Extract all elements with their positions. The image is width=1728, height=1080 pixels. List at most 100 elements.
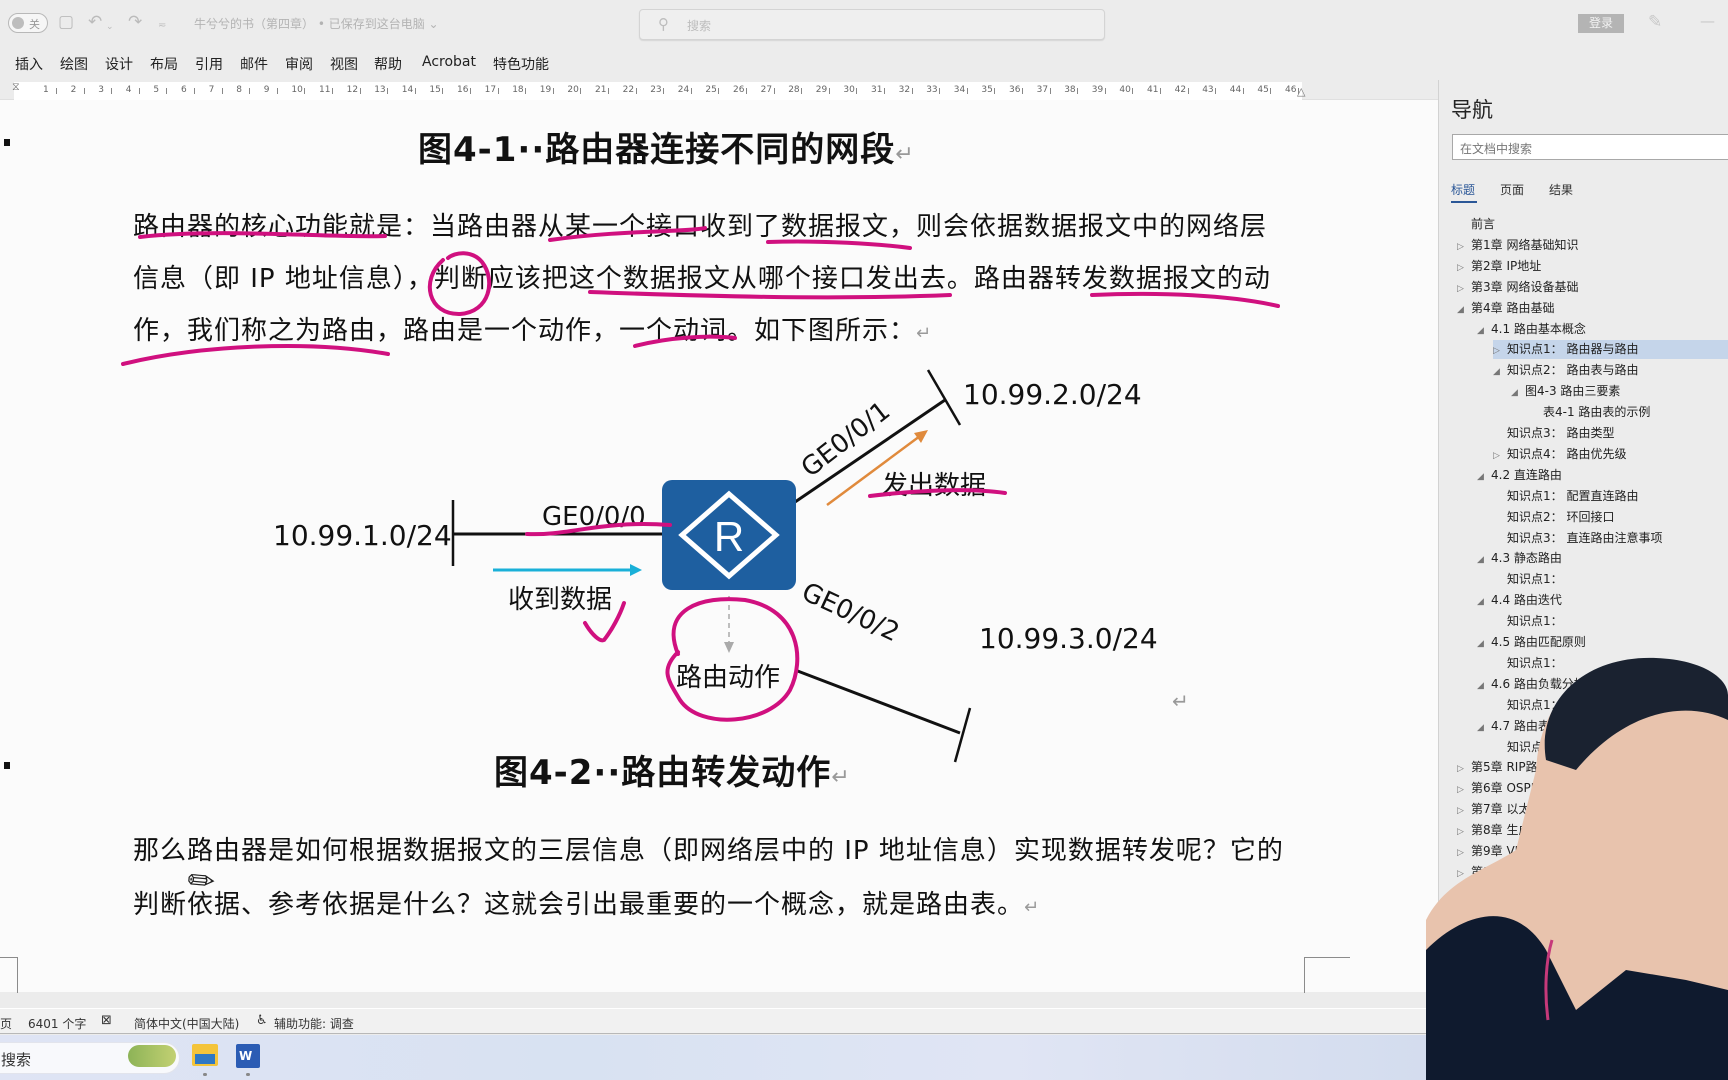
collapse-icon[interactable]: ◢ xyxy=(1477,551,1491,570)
save-icon[interactable]: ▢ xyxy=(58,12,74,32)
ruler-tick xyxy=(470,88,471,94)
accessibility-icon[interactable]: ♿ xyxy=(256,1013,268,1028)
document-title[interactable]: 牛兮兮的书（第四章） • 已保存到这台电脑 ⌄ xyxy=(194,15,439,32)
tab-insert[interactable]: 插入 xyxy=(15,54,43,74)
nav-item[interactable]: ◢ 知识点2： 路由表与路由 xyxy=(1493,361,1638,380)
nav-search-input[interactable]: 在文档中搜索 xyxy=(1452,134,1728,160)
expand-icon[interactable]: ▷ xyxy=(1457,259,1471,278)
network-bar-bottom xyxy=(953,707,972,763)
pen-icon[interactable]: ✎ xyxy=(1648,12,1662,32)
annotation-underline xyxy=(1090,291,1280,308)
tab-acrobat[interactable]: Acrobat xyxy=(422,54,476,70)
tab-view[interactable]: 视图 xyxy=(330,54,358,74)
ruler-tick xyxy=(1298,88,1299,94)
undo-icon[interactable]: ↶ xyxy=(88,12,102,32)
page-indicator[interactable]: 页 xyxy=(0,1015,12,1032)
nav-item[interactable]: ◢ 图4-3 路由三要素 xyxy=(1511,382,1620,401)
accessibility-status[interactable]: 辅助功能: 调查 xyxy=(274,1015,354,1032)
tab-draw[interactable]: 绘图 xyxy=(60,54,88,74)
tab-help[interactable]: 帮助 xyxy=(374,54,402,74)
tab-special-features[interactable]: 特色功能 xyxy=(493,54,549,74)
collapse-icon[interactable]: ◢ xyxy=(1477,593,1491,612)
tab-references[interactable]: 引用 xyxy=(195,54,223,74)
tab-layout[interactable]: 布局 xyxy=(150,54,178,74)
ruler-number: 9 xyxy=(263,85,270,95)
nav-item-label: 4.4 路由迭代 xyxy=(1491,593,1562,608)
tab-mailings[interactable]: 邮件 xyxy=(240,54,268,74)
nav-item[interactable]: ◢ 4.1 路由基本概念 xyxy=(1477,320,1586,339)
ribbon-tabs: 插入 绘图 设计 布局 引用 邮件 审阅 视图 帮助 Acrobat 特色功能 xyxy=(0,46,1440,80)
collapse-icon[interactable]: ◢ xyxy=(1477,322,1491,341)
nav-item[interactable]: 知识点2： 环回接口 xyxy=(1493,508,1614,527)
ruler-tick xyxy=(1187,88,1189,94)
document-page[interactable]: 图4-1··路由器连接不同的网段↵ 路由器的核心功能就是：当路由器从某一个接口收… xyxy=(0,100,1438,993)
expand-icon[interactable]: ▷ xyxy=(1493,342,1507,361)
nav-item[interactable]: ◢ 第4章 路由基础 xyxy=(1457,299,1554,318)
tab-design[interactable]: 设计 xyxy=(105,54,133,74)
nav-item[interactable]: 前言 xyxy=(1457,215,1495,234)
collapse-icon[interactable]: ◢ xyxy=(1511,384,1525,403)
first-line-indent-marker[interactable]: ⧖ xyxy=(12,81,20,92)
nav-item[interactable]: 表4-1 路由表的示例 xyxy=(1529,403,1650,422)
annotation-underline xyxy=(548,226,707,242)
taskbar: 搜索 W xyxy=(0,1035,1440,1080)
title-bar: 关 ▢ ↶ ⌄ ↷ ≂ 牛兮兮的书（第四章） • 已保存到这台电脑 ⌄ ⚲ 搜索… xyxy=(0,0,1728,46)
ruler-number: 31 xyxy=(871,85,883,95)
customize-toolbar-icon[interactable]: ≂ xyxy=(158,16,166,36)
expand-icon[interactable]: ▷ xyxy=(1493,447,1507,466)
ruler-number: 41 xyxy=(1147,85,1159,95)
nav-item[interactable]: ▷ 第2章 IP地址 xyxy=(1457,257,1541,276)
nav-tab-pages[interactable]: 页面 xyxy=(1500,181,1524,198)
link-bottom xyxy=(794,668,961,735)
nav-item[interactable]: ▷ 知识点1： 路由器与路由 xyxy=(1493,340,1728,361)
collapse-icon[interactable]: ◢ xyxy=(1457,301,1471,320)
nav-item[interactable]: ▷ 第1章 网络基础知识 xyxy=(1457,236,1578,255)
nav-tab-headings[interactable]: 标题 xyxy=(1451,181,1475,198)
nav-item[interactable]: ▷ 知识点4： 路由优先级 xyxy=(1493,445,1626,464)
nav-item-label: 4.5 路由匹配原则 xyxy=(1491,635,1586,649)
nav-item[interactable]: 知识点1： xyxy=(1493,570,1563,589)
ruler-tick xyxy=(746,88,747,94)
search-placeholder: 搜索 xyxy=(687,19,712,33)
ruler-tick xyxy=(994,88,996,94)
nav-item[interactable]: ◢ 4.2 直连路由 xyxy=(1477,466,1562,485)
nav-item-label: 知识点2： 路由表与路由 xyxy=(1507,363,1639,378)
ruler-tick xyxy=(966,88,968,94)
collapse-icon[interactable]: ◢ xyxy=(1493,363,1507,382)
ruler-tick xyxy=(194,88,195,94)
file-explorer-icon[interactable] xyxy=(192,1044,218,1066)
nav-item-label: 知识点1： xyxy=(1507,572,1563,587)
word-app-icon[interactable]: W xyxy=(236,1044,260,1068)
nav-item[interactable]: ◢ 4.4 路由迭代 xyxy=(1477,591,1562,610)
autosave-toggle[interactable]: 关 xyxy=(8,13,48,33)
ruler-tick xyxy=(304,88,306,94)
tab-review[interactable]: 审阅 xyxy=(285,54,313,74)
search-input[interactable]: ⚲ 搜索 xyxy=(639,9,1105,40)
nav-item-label: 第3章 网络设备基础 xyxy=(1471,279,1579,294)
proofing-icon[interactable]: ⊠ xyxy=(101,1013,112,1028)
ruler-tick xyxy=(856,88,858,94)
ruler-tick xyxy=(56,88,57,94)
nav-item[interactable]: 知识点3： 直连路由注意事项 xyxy=(1493,529,1662,548)
ruler-number: 40 xyxy=(1119,85,1131,95)
page-margin-corner-right xyxy=(1304,957,1350,993)
nav-item[interactable]: 知识点1： xyxy=(1493,612,1563,631)
ruler-number: 28 xyxy=(788,85,800,95)
expand-icon[interactable]: ▷ xyxy=(1457,280,1471,299)
word-count[interactable]: 6401 个字 xyxy=(28,1015,86,1032)
nav-tab-results[interactable]: 结果 xyxy=(1549,181,1573,198)
nav-item[interactable]: 知识点1： 配置直连路由 xyxy=(1493,487,1638,506)
horizontal-ruler[interactable]: ⧖ △ 1 2 3 4 5 6 7 8 9 10 11 12 13 14 15 16 17 18 19 20 21 22 2… xyxy=(0,81,1438,100)
redo-icon[interactable]: ↷ xyxy=(128,12,142,32)
language[interactable]: 简体中文(中国大陆) xyxy=(134,1015,239,1032)
nav-item[interactable]: ◢ 4.3 静态路由 xyxy=(1477,549,1562,568)
login-button[interactable]: 登录 xyxy=(1578,14,1624,33)
ruler-number: 7 xyxy=(208,85,215,95)
undo-dropdown-icon[interactable]: ⌄ xyxy=(106,17,114,37)
nav-item[interactable]: 知识点3： 路由类型 xyxy=(1493,424,1614,443)
expand-icon[interactable]: ▷ xyxy=(1457,238,1471,257)
nav-item[interactable]: ▷ 第3章 网络设备基础 xyxy=(1457,278,1578,297)
minimize-icon[interactable]: — xyxy=(1700,12,1715,30)
collapse-icon[interactable]: ◢ xyxy=(1477,468,1491,487)
ruler-tick xyxy=(442,88,444,94)
